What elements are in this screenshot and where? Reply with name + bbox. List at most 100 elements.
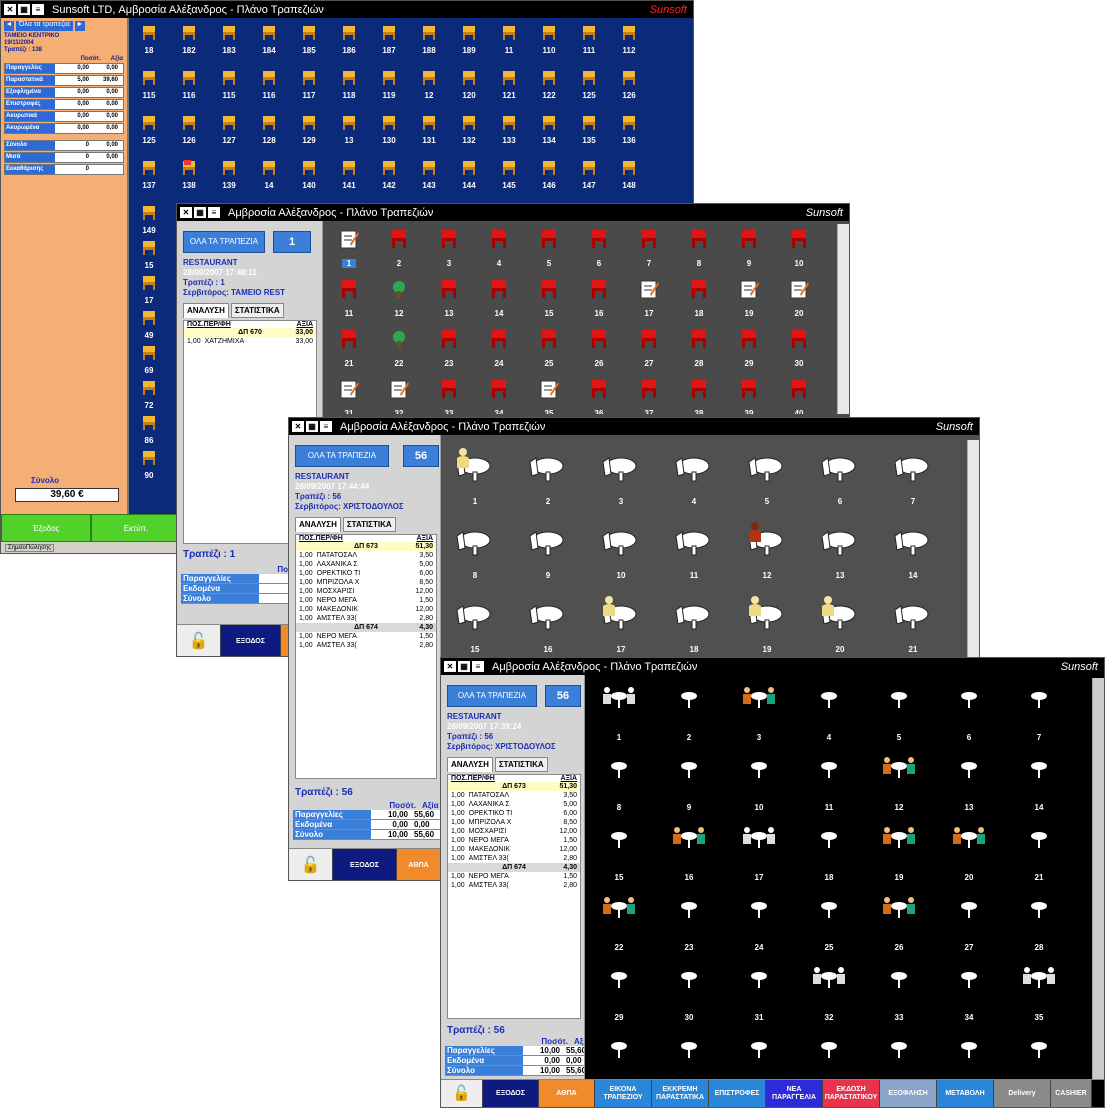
table-tile[interactable]: 127 — [211, 113, 247, 145]
show-all-tables-button[interactable]: Όλα τα τραπέζια — [16, 21, 73, 31]
table-tile[interactable]: 13 — [331, 113, 367, 145]
table-tile[interactable]: 3 — [729, 678, 789, 742]
list-item[interactable]: 1,00 ΟΡΕΚΤΙΚΟ ΤΙ 6,00 — [296, 569, 436, 578]
change-button[interactable]: ΜΕΤΑΒΟΛΗ — [937, 1080, 994, 1107]
all-tables-button[interactable]: ΟΛΑ ΤΑ ΤΡΑΠΕΖΙΑ — [183, 231, 265, 253]
exit-button[interactable]: ΕΞΟΔΟΣ — [221, 625, 281, 656]
returns-button[interactable]: ΕΠΙΣΤΡΟΦΕΣ — [709, 1080, 766, 1107]
table-tile[interactable]: 20 — [777, 274, 821, 318]
table-tile[interactable]: 18 — [799, 818, 859, 882]
list-item[interactable]: 1,00 ΝΕΡΟ ΜΕΓΑ 1,50 — [448, 872, 580, 881]
table-tile[interactable]: 14 — [251, 158, 287, 190]
table-tile[interactable]: 149 — [131, 203, 167, 235]
table-tile[interactable]: 111 — [571, 23, 607, 55]
table-tile[interactable]: 116 — [251, 68, 287, 100]
table-tile[interactable]: 23 — [659, 888, 719, 952]
table-tile[interactable]: 14 — [883, 514, 943, 580]
table-tile[interactable]: 31 — [327, 374, 371, 414]
table-tile[interactable]: 8 — [589, 748, 649, 812]
table-tile[interactable]: 3 — [427, 224, 471, 268]
list-item[interactable]: 1,00 ΜΟΣΧΑΡΙΣΙ 12,00 — [296, 587, 436, 596]
table-tile[interactable]: 15 — [589, 818, 649, 882]
table-tile[interactable]: 189 — [451, 23, 487, 55]
table-tile[interactable]: 10 — [591, 514, 651, 580]
tab-statistics[interactable]: ΣΤΑΤΙΣΤΙΚΑ — [342, 517, 396, 532]
list-item[interactable]: 1,00 ΜΑΚΕΔΟΝΙΚ 12,00 — [448, 845, 580, 854]
menu-icon[interactable]: ≡ — [32, 4, 44, 15]
table-tile[interactable]: 26 — [869, 888, 929, 952]
table-tile[interactable]: 24 — [729, 888, 789, 952]
table-tile[interactable]: 15 — [445, 588, 505, 654]
table-tile[interactable]: 185 — [291, 23, 327, 55]
close-icon[interactable]: ✕ — [444, 661, 456, 672]
table-tile[interactable]: 17 — [131, 273, 167, 305]
table-tile[interactable]: 13 — [810, 514, 870, 580]
table-tile[interactable]: 1 — [445, 440, 505, 506]
list-item[interactable]: 1,00 ΜΟΣΧΑΡΙΣΙ 12,00 — [448, 827, 580, 836]
list-item[interactable]: 1,00 ΛΑΧΑΝΙΚΑ Σ 5,00 — [296, 560, 436, 569]
grid-icon[interactable]: ▦ — [458, 661, 470, 672]
window-3-scrollbar[interactable] — [967, 440, 979, 665]
table-tile[interactable]: 6 — [939, 678, 999, 742]
lock-button[interactable]: 🔓 — [441, 1080, 483, 1107]
table-tile[interactable]: 140 — [291, 158, 327, 190]
table-tile[interactable]: 4 — [799, 678, 859, 742]
delivery-button[interactable]: Delivery — [994, 1080, 1051, 1107]
list-item[interactable]: 1,00 ΜΑΚΕΔΟΝΙΚ 12,00 — [296, 605, 436, 614]
list-item[interactable]: 1,00 ΝΕΡΟ ΜΕΓΑ 1,50 — [296, 632, 436, 641]
table-tile[interactable]: 39 — [727, 374, 771, 414]
tab-analysis[interactable]: ΑΝΑΛΥΣΗ — [447, 757, 493, 772]
table-tile[interactable]: 27 — [939, 888, 999, 952]
doc-row[interactable]: ΔΠ 673 51,30 — [296, 542, 436, 551]
window-2-scrollbar[interactable] — [837, 224, 849, 414]
menu-icon[interactable]: ≡ — [208, 207, 220, 218]
table-tile[interactable]: 125 — [131, 113, 167, 145]
table-tile[interactable]: 141 — [331, 158, 367, 190]
table-tile[interactable]: 30 — [777, 324, 821, 368]
table-tile[interactable]: 49 — [131, 308, 167, 340]
table-tile[interactable]: 32 — [799, 958, 859, 1022]
table-tile[interactable]: 186 — [331, 23, 367, 55]
table-tile[interactable]: 35 — [527, 374, 571, 414]
tab-statistics[interactable]: ΣΤΑΤΙΣΤΙΚΑ — [230, 303, 284, 318]
pay-button[interactable]: ΑΘΠΑ — [539, 1080, 595, 1107]
table-tile[interactable]: 2 — [659, 678, 719, 742]
table-tile[interactable]: 33 — [869, 958, 929, 1022]
table-tile[interactable]: 32 — [377, 374, 421, 414]
window-4-controls[interactable]: ✕ ▦ ≡ — [444, 661, 484, 672]
table-tile[interactable]: 30 — [659, 958, 719, 1022]
list-item[interactable]: 1,00 ΑΜΣΤΕΛ 33(2,80 — [448, 854, 580, 863]
table-tile[interactable]: 16 — [518, 588, 578, 654]
table-tile[interactable]: 110 — [531, 23, 567, 55]
table-tile[interactable]: 11 — [327, 274, 371, 318]
table-tile[interactable]: 134 — [531, 113, 567, 145]
list-item[interactable]: 1,00 ΑΜΣΤΕΛ 33(2,80 — [296, 614, 436, 623]
table-tile[interactable]: 4 — [664, 440, 724, 506]
table-tile[interactable]: 128 — [251, 113, 287, 145]
table-tile[interactable]: 21 — [883, 588, 943, 654]
table-tile[interactable]: 2 — [377, 224, 421, 268]
table-tile[interactable]: 147 — [571, 158, 607, 190]
list-item[interactable]: 1,00 ΧΑΤΖΗΜΙΧΑ 33,00 — [184, 337, 316, 346]
table-tile[interactable]: 187 — [371, 23, 407, 55]
close-icon[interactable]: ✕ — [4, 4, 16, 15]
table-tile[interactable]: 8 — [445, 514, 505, 580]
table-tile[interactable]: 18 — [664, 588, 724, 654]
table-tile[interactable]: 11 — [664, 514, 724, 580]
table-tile[interactable]: 19 — [727, 274, 771, 318]
table-tile[interactable]: 138 — [171, 158, 207, 190]
table-tile[interactable]: 28 — [1009, 888, 1069, 952]
table-tile[interactable]: 9 — [518, 514, 578, 580]
table-tile[interactable]: 121 — [491, 68, 527, 100]
table-tile[interactable]: 5 — [527, 224, 571, 268]
tab-statistics[interactable]: ΣΤΑΤΙΣΤΙΚΑ — [494, 757, 548, 772]
table-tile[interactable]: 14 — [477, 274, 521, 318]
table-tile[interactable]: 4 — [477, 224, 521, 268]
exit-button[interactable]: ΕΞΟΔΟΣ — [483, 1080, 539, 1107]
list-item[interactable]: 1,00 ΠΑΤΑΤΟΣΑΛ 3,50 — [448, 791, 580, 800]
table-tile[interactable]: 10 — [777, 224, 821, 268]
table-tile[interactable]: 115 — [131, 68, 167, 100]
table-tile[interactable]: 117 — [291, 68, 327, 100]
table-tile[interactable]: 20 — [939, 818, 999, 882]
new-order-button[interactable]: ΝΕΑ ΠΑΡΑΓΓΕΛΙΑ — [766, 1080, 823, 1107]
